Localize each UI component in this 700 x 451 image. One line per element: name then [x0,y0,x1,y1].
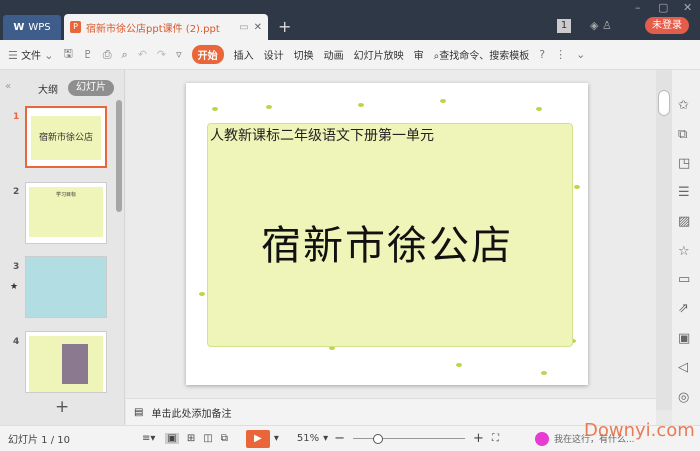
print-preview-icon[interactable]: ⌕ [122,48,128,62]
collapse-ribbon-icon[interactable]: ⌄ [576,48,585,61]
document-tab[interactable]: P 宿新市徐公店ppt课件 (2).ppt ▭ ✕ [64,14,268,40]
file-menu[interactable]: ☰ 文件 ⌄ [8,47,53,62]
slide-switch-icon[interactable]: ⧉ [678,127,687,142]
login-button[interactable]: 未登录 [645,17,689,34]
tab-animation[interactable]: 动画 [324,47,344,62]
slides-tab[interactable]: 幻灯片 [68,80,114,96]
search-label: 查找命令、搜索模板 [439,51,530,62]
file-label: 文件 [21,51,42,62]
wps-label: WPS [28,22,51,33]
format-painter-icon[interactable]: ♇ [83,48,93,61]
archive-icon[interactable]: ▭ [678,272,690,287]
template-icon[interactable]: ▨ [678,214,690,229]
animation-star-icon: ★ [10,282,19,292]
slide-title[interactable]: 宿新市徐公店 [186,213,588,271]
sorter-view-icon[interactable]: ⊞ [187,433,195,444]
star-icon[interactable]: ☆ [678,244,690,259]
redo-icon[interactable]: ↷ [157,48,166,61]
play-slideshow-button[interactable]: ▶ [245,429,270,448]
document-tab-title: 宿新市徐公店ppt课件 (2).ppt [86,23,220,35]
new-tab-button[interactable]: + [278,17,291,36]
ppt-file-icon: P [70,21,81,33]
audio-icon[interactable]: ◁ [678,360,688,375]
slide-thumbnail-2[interactable]: 学习目标 [25,182,107,244]
zoom-slider[interactable] [353,433,466,444]
notes-icon: ▤ [134,406,144,418]
magic-icon[interactable]: ✩ [678,98,689,113]
share-icon[interactable]: ⇗ [678,301,689,316]
wps-home-tab[interactable]: W WPS [3,15,61,40]
minimize-button[interactable]: – [635,1,641,14]
more-icon[interactable]: ⋮ [555,48,566,61]
slide-thumbnail-1[interactable]: 宿新市徐公店 [25,106,107,168]
help-button[interactable]: ? [539,48,545,61]
presenter-view-icon[interactable]: ⧉ [221,433,228,444]
maximize-button[interactable]: ▢ [658,1,668,14]
panel-scrollbar[interactable] [116,100,122,212]
close-window-button[interactable]: ✕ [683,1,692,14]
more-dropdown-icon[interactable]: ▿ [176,48,182,61]
tab-design[interactable]: 设计 [264,47,284,62]
zoom-in-button[interactable]: + [473,431,484,446]
undo-icon[interactable]: ↶ [138,48,147,61]
notes-toggle-icon[interactable]: ≡▾ [142,433,155,444]
tab-transition[interactable]: 切换 [294,47,314,62]
slide-thumbnail-4[interactable] [25,331,107,393]
tab-slideshow[interactable]: 幻灯片放映 [354,47,404,62]
zoom-level[interactable]: 51% [297,433,319,444]
slide-number: 1 [13,112,20,122]
thumb-image [62,344,88,384]
add-slide-button[interactable]: + [55,397,69,417]
notes-area[interactable]: ▤ 单击此处添加备注 [126,398,656,425]
slide-number: 2 [13,187,20,197]
slide[interactable]: 人教新课标二年级语文下册第一单元 宿新市徐公店 [186,83,588,385]
search-command[interactable]: ⌕查找命令、搜索模板 [434,47,530,62]
wps-logo-icon: W [13,22,25,33]
thumb-title: 学习目标 [29,187,103,237]
thumb-title: 宿新市徐公店 [31,116,101,160]
watermark: Downyi.com [584,420,695,441]
zoom-dropdown-icon[interactable]: ▾ [323,433,328,444]
tab-insert[interactable]: 插入 [234,47,254,62]
ribbon-toolbar: ☰ 文件 ⌄ 🖫 ♇ ⎙ ⌕ ↶ ↷ ▿ 开始 插入 设计 切换 动画 幻灯片放… [0,40,700,70]
outline-tab[interactable]: 大纲 [38,81,58,96]
image-icon[interactable]: ▣ [678,331,690,346]
save-icon[interactable]: 🖫 [63,45,72,64]
reading-view-icon[interactable]: ◫ [203,433,212,444]
slide-counter: 幻灯片 1 / 10 [8,435,70,446]
menu-icon: ☰ [8,49,18,62]
close-tab-icon[interactable]: ✕ [254,22,262,33]
collapse-panel-icon[interactable]: « [5,81,11,92]
assistant-avatar[interactable] [534,431,549,446]
slide-subtitle[interactable]: 人教新课标二年级语文下册第一单元 [210,125,434,145]
slide-thumbnail-3[interactable] [25,256,107,318]
properties-icon[interactable]: ☰ [678,185,690,200]
vertical-scrollbar[interactable] [656,70,672,410]
tab-start[interactable]: 开始 [191,45,224,64]
notes-placeholder: 单击此处添加备注 [151,408,232,420]
play-dropdown-icon[interactable]: ▾ [274,433,279,444]
print-icon[interactable]: ⎙ [103,48,112,62]
skin-icon[interactable]: ◈ ♙ [590,19,612,32]
shapes-icon[interactable]: ◳ [678,156,690,171]
normal-view-icon[interactable]: ▣ [165,433,179,444]
tab-review[interactable]: 审 [414,47,424,62]
fit-window-icon[interactable]: ⛶ [492,433,499,444]
settings-icon[interactable]: ◎ [678,390,689,405]
slide-number: 4 [13,337,20,347]
chevron-down-icon: ⌄ [44,49,54,62]
slide-number: 3 [13,262,20,272]
zoom-out-button[interactable]: − [334,431,345,446]
pin-icon[interactable]: ▭ [239,22,248,33]
workspace-badge[interactable]: 1 [557,19,571,33]
